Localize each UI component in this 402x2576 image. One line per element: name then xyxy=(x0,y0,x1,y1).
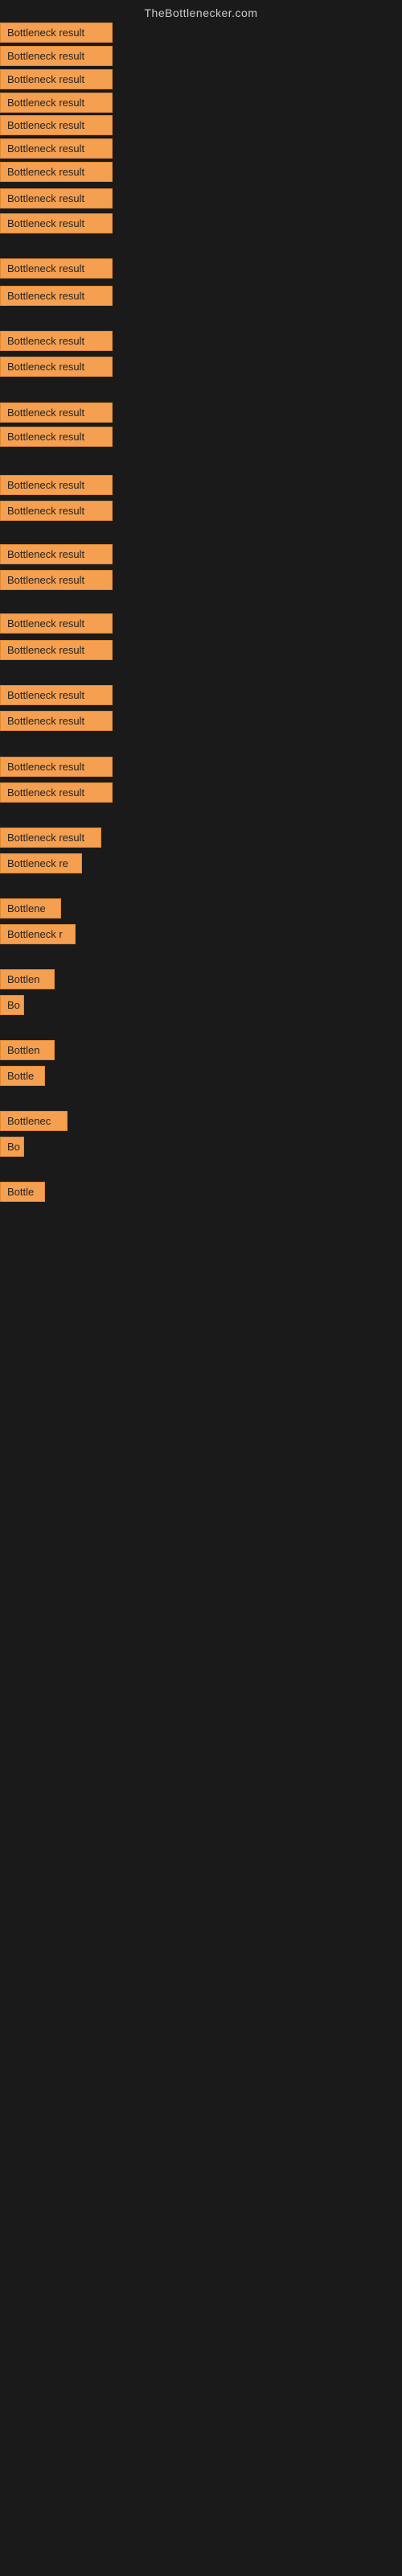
bottleneck-result-item: Bottleneck result xyxy=(0,258,113,279)
bottleneck-result-item: Bottleneck re xyxy=(0,853,82,873)
bottleneck-result-item: Bottleneck result xyxy=(0,23,113,43)
site-title: TheBottlenecker.com xyxy=(0,0,402,23)
bottleneck-result-item: Bottleneck result xyxy=(0,46,113,66)
bottleneck-result-item: Bottlenec xyxy=(0,1111,68,1131)
bottleneck-result-item: Bo xyxy=(0,995,24,1015)
bottleneck-result-item: Bottleneck result xyxy=(0,286,113,306)
bottleneck-result-item: Bottlene xyxy=(0,898,61,919)
bottleneck-result-item: Bottleneck result xyxy=(0,828,101,848)
bottleneck-result-item: Bottleneck result xyxy=(0,757,113,777)
bottleneck-result-item: Bottleneck result xyxy=(0,570,113,590)
bottleneck-result-item: Bottleneck result xyxy=(0,213,113,233)
bottleneck-result-item: Bottleneck result xyxy=(0,475,113,495)
bottleneck-result-item: Bottleneck result xyxy=(0,69,113,89)
bottleneck-result-item: Bottleneck result xyxy=(0,93,113,113)
bottleneck-result-item: Bottleneck result xyxy=(0,162,113,182)
bottleneck-result-item: Bottlen xyxy=(0,1040,55,1060)
bottleneck-result-item: Bottle xyxy=(0,1182,45,1202)
bottleneck-result-item: Bottleneck r xyxy=(0,924,76,944)
bottleneck-result-item: Bottleneck result xyxy=(0,115,113,135)
bottleneck-result-item: Bottleneck result xyxy=(0,357,113,377)
bottleneck-result-item: Bottle xyxy=(0,1066,45,1086)
bottleneck-result-item: Bottleneck result xyxy=(0,331,113,351)
bottleneck-result-item: Bo xyxy=(0,1137,24,1157)
bottleneck-result-item: Bottleneck result xyxy=(0,188,113,208)
bottleneck-result-item: Bottleneck result xyxy=(0,711,113,731)
bottleneck-result-item: Bottleneck result xyxy=(0,138,113,159)
bottleneck-result-item: Bottlen xyxy=(0,969,55,989)
bottleneck-result-item: Bottleneck result xyxy=(0,544,113,564)
bottleneck-result-item: Bottleneck result xyxy=(0,640,113,660)
bottleneck-result-item: Bottleneck result xyxy=(0,402,113,423)
bottleneck-result-item: Bottleneck result xyxy=(0,685,113,705)
bottleneck-result-item: Bottleneck result xyxy=(0,613,113,634)
bottleneck-result-item: Bottleneck result xyxy=(0,501,113,521)
bottleneck-result-item: Bottleneck result xyxy=(0,782,113,803)
bottleneck-result-item: Bottleneck result xyxy=(0,427,113,447)
